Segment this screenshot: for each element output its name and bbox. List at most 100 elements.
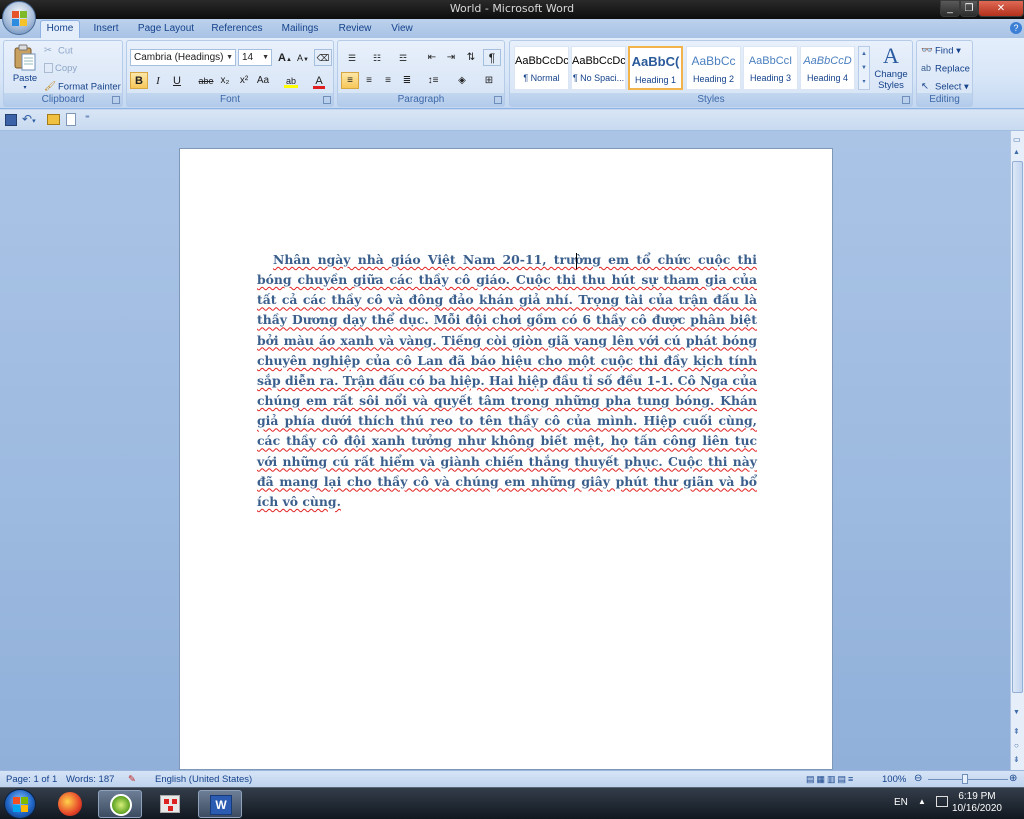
superscript-button[interactable]: x²	[235, 72, 253, 89]
tab-review[interactable]: Review	[333, 21, 377, 38]
sort-button[interactable]: ⇅	[462, 49, 480, 66]
style-name: ¶ Normal	[523, 73, 560, 83]
select-button[interactable]: ↖ Select ▾	[921, 81, 969, 93]
page-count[interactable]: Page: 1 of 1	[6, 774, 57, 785]
style-heading-4[interactable]: AaBbCcD Heading 4	[800, 46, 855, 90]
input-language[interactable]: EN	[894, 797, 908, 808]
increase-indent-button[interactable]: ⇥	[442, 49, 460, 66]
style-name: Heading 4	[806, 73, 849, 83]
save-icon[interactable]	[5, 114, 17, 126]
paragraph-dialog-launcher-icon[interactable]	[494, 96, 502, 104]
undo-icon[interactable]: ↶▾	[22, 112, 36, 126]
change-styles-button[interactable]: A Change Styles	[872, 43, 910, 93]
taskbar-app-word[interactable]: W	[198, 790, 242, 818]
ruler-toggle-icon[interactable]: ▭	[1013, 135, 1023, 147]
font-color-button[interactable]: A	[307, 72, 331, 89]
tab-insert[interactable]: Insert	[86, 21, 126, 38]
justify-button[interactable]: ≣	[398, 72, 416, 89]
bold-button[interactable]: B	[130, 72, 148, 89]
font-dialog-launcher-icon[interactable]	[323, 96, 331, 104]
restore-button[interactable]: ❐	[960, 0, 978, 17]
tab-mailings[interactable]: Mailings	[274, 21, 326, 38]
zoom-slider-thumb[interactable]	[962, 774, 968, 784]
numbering-button[interactable]: ☷	[366, 49, 388, 66]
tab-view[interactable]: View	[384, 21, 420, 38]
style-heading-1[interactable]: AaBbC(Heading 1	[628, 46, 683, 90]
help-icon[interactable]: ?	[1010, 22, 1022, 34]
editing-group: 👓 Find ▾ ab Replace ↖ Select ▾ Editing	[916, 40, 973, 107]
change-styles-icon: A	[883, 43, 899, 68]
clock[interactable]: 6:19 PM 10/16/2020	[952, 791, 1002, 815]
previous-page-icon[interactable]: ⇞	[1013, 727, 1020, 736]
tab-home[interactable]: Home	[40, 20, 80, 38]
zoom-in-icon[interactable]: ⊕	[1009, 773, 1017, 784]
cut-button[interactable]: ✂ Cut	[44, 45, 73, 57]
align-left-icon: ≡	[347, 75, 353, 86]
vertical-scrollbar[interactable]: ▭ ▲ ▼ ⇞ ○ ⇟	[1010, 131, 1024, 770]
show-formatting-button[interactable]: ¶	[483, 49, 501, 66]
replace-button[interactable]: ab Replace	[921, 63, 970, 75]
align-right-button[interactable]: ≡	[379, 72, 397, 89]
style-no-spacing[interactable]: AaBbCcDc ¶ No Spaci...	[571, 46, 626, 90]
multilevel-list-button[interactable]: ☲	[391, 49, 415, 66]
office-button[interactable]	[2, 1, 36, 35]
underline-button[interactable]: U	[168, 72, 186, 89]
line-spacing-button[interactable]: ↕≡	[421, 72, 445, 89]
new-document-icon[interactable]	[66, 113, 76, 126]
subscript-button[interactable]: x₂	[216, 72, 234, 89]
style-heading-3[interactable]: AaBbCcI Heading 3	[743, 46, 798, 90]
clipboard-dialog-launcher-icon[interactable]	[112, 96, 120, 104]
next-page-icon[interactable]: ⇟	[1013, 755, 1020, 764]
tray-expand-icon[interactable]: ▲	[918, 797, 926, 806]
style-heading-2[interactable]: AaBbCc Heading 2	[686, 46, 741, 90]
scroll-down-icon[interactable]: ▼	[1013, 709, 1020, 716]
shading-button[interactable]: ◈	[450, 72, 474, 89]
zoom-slider[interactable]	[928, 779, 1008, 780]
document-paragraph[interactable]: Nhân ngày nhà giáo Việt Nam 20-11, trườn…	[257, 252, 757, 509]
taskbar-app-browser[interactable]	[48, 790, 92, 818]
copy-button[interactable]: Copy	[44, 63, 77, 74]
find-button[interactable]: 👓 Find ▾	[921, 45, 961, 57]
minimize-button[interactable]: _	[940, 0, 960, 17]
open-folder-icon[interactable]	[47, 114, 60, 125]
font-size-select[interactable]: 14 ▼	[238, 49, 272, 66]
zoom-out-icon[interactable]: ⊖	[914, 773, 922, 784]
styles-dialog-launcher-icon[interactable]	[902, 96, 910, 104]
decrease-indent-button[interactable]: ⇤	[423, 49, 441, 66]
paste-button[interactable]: Paste ▾	[7, 43, 43, 91]
strikethrough-button[interactable]: abe	[197, 72, 215, 89]
style-normal[interactable]: AaBbCcDc ¶ Normal	[514, 46, 569, 90]
scroll-thumb[interactable]	[1012, 161, 1023, 693]
shrink-font-button[interactable]: A▼	[294, 49, 312, 66]
start-button[interactable]	[4, 789, 36, 819]
customize-toolbar-icon[interactable]: ⁼	[85, 113, 90, 124]
clear-formatting-button[interactable]: ⌫	[314, 49, 332, 66]
document-body[interactable]: Nhân ngày nhà giáo Việt Nam 20-11, trườn…	[257, 250, 757, 512]
language-indicator[interactable]: English (United States)	[155, 774, 252, 785]
select-browse-object-icon[interactable]: ○	[1014, 741, 1019, 750]
view-buttons-icon[interactable]: ▤▦▥▤≡	[806, 774, 876, 785]
highlight-color-button[interactable]: ab	[279, 72, 303, 89]
paste-label: Paste	[12, 73, 38, 84]
borders-button[interactable]: ⊞	[477, 72, 501, 89]
tab-page-layout[interactable]: Page Layout	[134, 21, 198, 38]
taskbar-app-green[interactable]	[98, 790, 142, 818]
font-name-select[interactable]: Cambria (Headings) ▼	[130, 49, 236, 66]
align-center-button[interactable]: ≡	[360, 72, 378, 89]
proofing-icon[interactable]: ✎	[128, 774, 136, 785]
taskbar-app-network[interactable]	[148, 790, 192, 818]
align-left-button[interactable]: ≡	[341, 72, 359, 89]
italic-button[interactable]: I	[149, 72, 167, 89]
grow-font-button[interactable]: A▲	[276, 49, 294, 66]
tab-references[interactable]: References	[206, 21, 268, 38]
action-center-icon[interactable]	[936, 796, 948, 807]
zoom-level[interactable]: 100%	[882, 774, 906, 785]
bullets-button[interactable]: ☰	[341, 49, 363, 66]
close-button[interactable]: ✕	[978, 0, 1024, 17]
change-case-button[interactable]: Aa	[254, 72, 272, 89]
scroll-up-icon[interactable]: ▲	[1013, 149, 1020, 156]
styles-gallery-scroll[interactable]: ▲ ▼ ▾	[858, 46, 870, 90]
document-page[interactable]: Nhân ngày nhà giáo Việt Nam 20-11, trườn…	[179, 148, 833, 770]
word-count[interactable]: Words: 187	[66, 774, 114, 785]
format-painter-button[interactable]: 🖌 Format Painter	[44, 81, 121, 93]
